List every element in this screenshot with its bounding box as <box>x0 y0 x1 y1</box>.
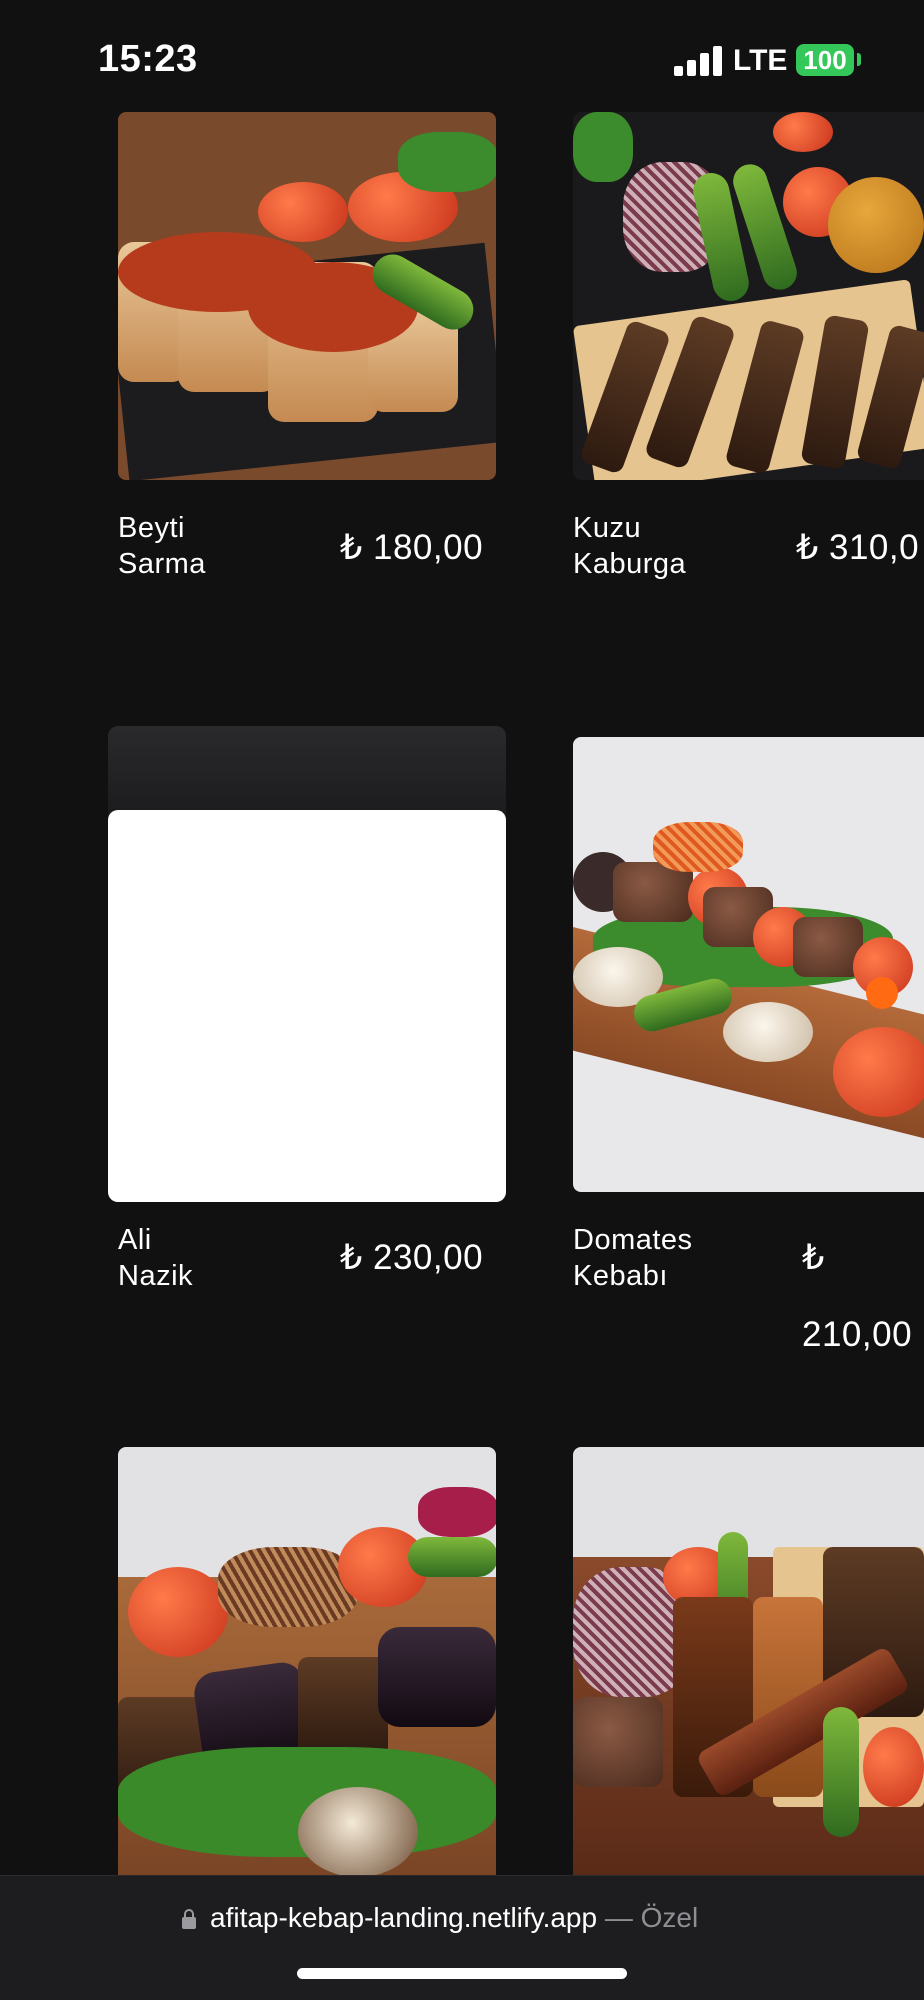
menu-item-price: ₺ 310,0 <box>796 528 920 567</box>
menu-item-price-symbol: ₺ <box>802 1238 825 1277</box>
url-separator: — <box>597 1902 641 1933</box>
battery-tip <box>857 53 861 66</box>
status-time: 15:23 <box>98 38 198 80</box>
scroll-indicator-dot <box>866 977 898 1009</box>
network-label: LTE <box>733 44 788 77</box>
menu-item-image[interactable] <box>118 112 496 480</box>
menu-item-image[interactable] <box>118 1447 496 1875</box>
url-domain: afitap-kebap-landing.netlify.app <box>210 1902 598 1933</box>
menu-item-image[interactable] <box>108 810 506 1202</box>
menu-item-name: Domates Kebabı <box>573 1224 693 1292</box>
status-bar: 15:23 LTE 100 <box>0 0 924 110</box>
menu-item-price: ₺ 180,00 <box>340 528 484 567</box>
private-mode-label: Özel <box>640 1902 699 1933</box>
menu-item-image[interactable] <box>573 737 924 1192</box>
menu-item-image[interactable] <box>573 112 924 480</box>
home-indicator[interactable] <box>297 1968 627 1979</box>
menu-item-name: Beyti Sarma <box>118 512 206 580</box>
menu-item-name: Kuzu Kaburga <box>573 512 687 580</box>
signal-icon <box>674 46 722 76</box>
image-placeholder-frame <box>108 726 506 821</box>
url-text[interactable]: afitap-kebap-landing.netlify.app — Özel <box>210 1902 698 1934</box>
browser-address-bar[interactable] <box>0 1875 924 2000</box>
menu-item-image[interactable] <box>573 1447 924 1875</box>
lock-icon <box>182 1909 196 1929</box>
menu-item-price: ₺ 230,00 <box>340 1238 484 1277</box>
battery-icon: 100 <box>796 44 854 76</box>
menu-item-name: Ali Nazik <box>118 1224 194 1292</box>
menu-item-price-value: 210,00 <box>802 1315 913 1354</box>
